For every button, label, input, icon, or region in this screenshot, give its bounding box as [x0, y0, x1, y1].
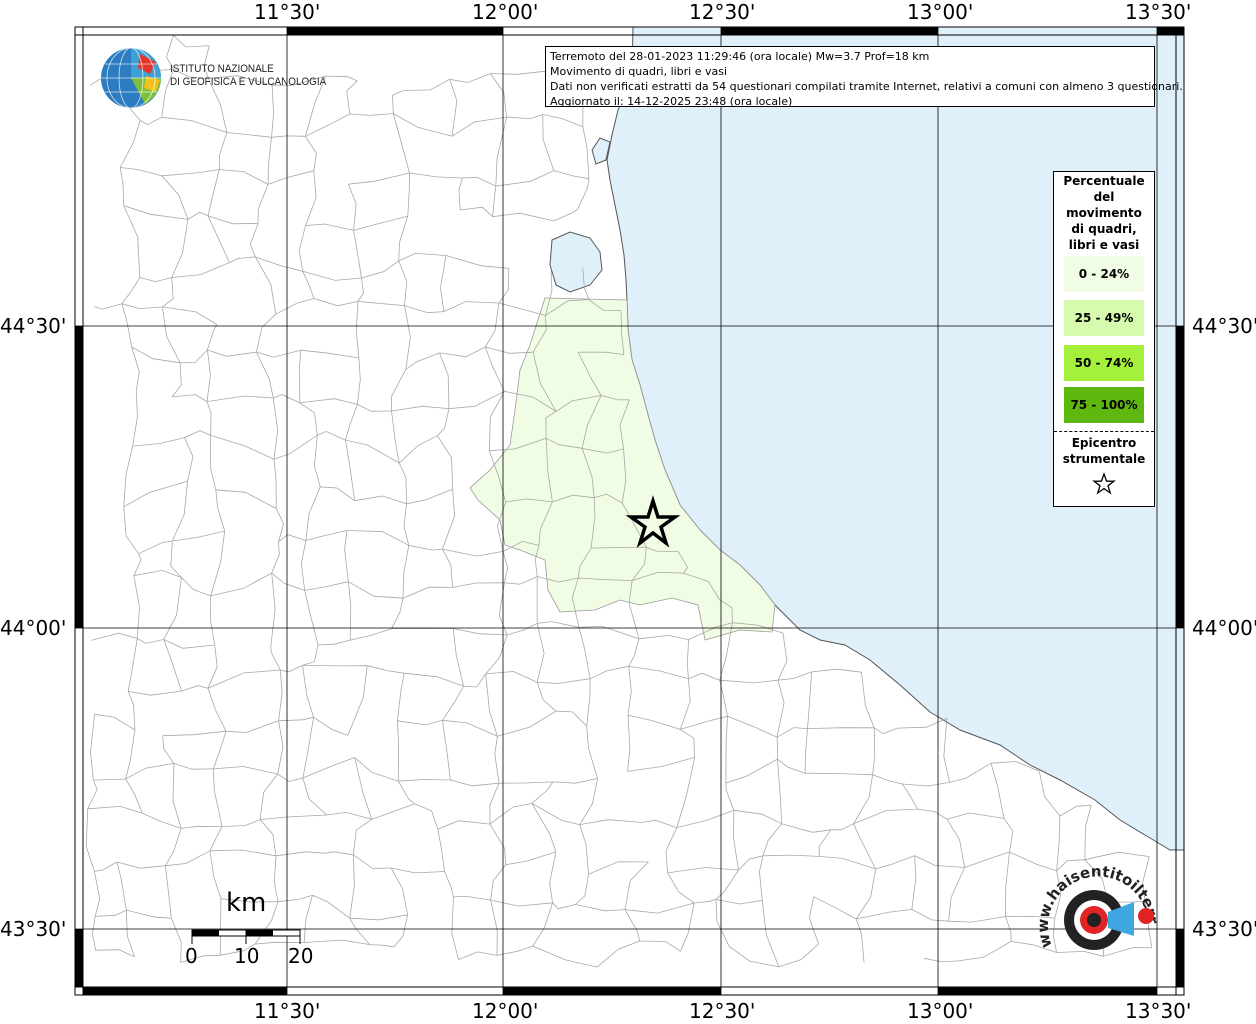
haisentito-watermark: www.haisentitoilterremoto.it [1030, 858, 1162, 950]
scale-tick: 10 [234, 944, 260, 968]
scale-tick: 0 [185, 944, 198, 968]
scale-tick: 20 [288, 944, 314, 968]
